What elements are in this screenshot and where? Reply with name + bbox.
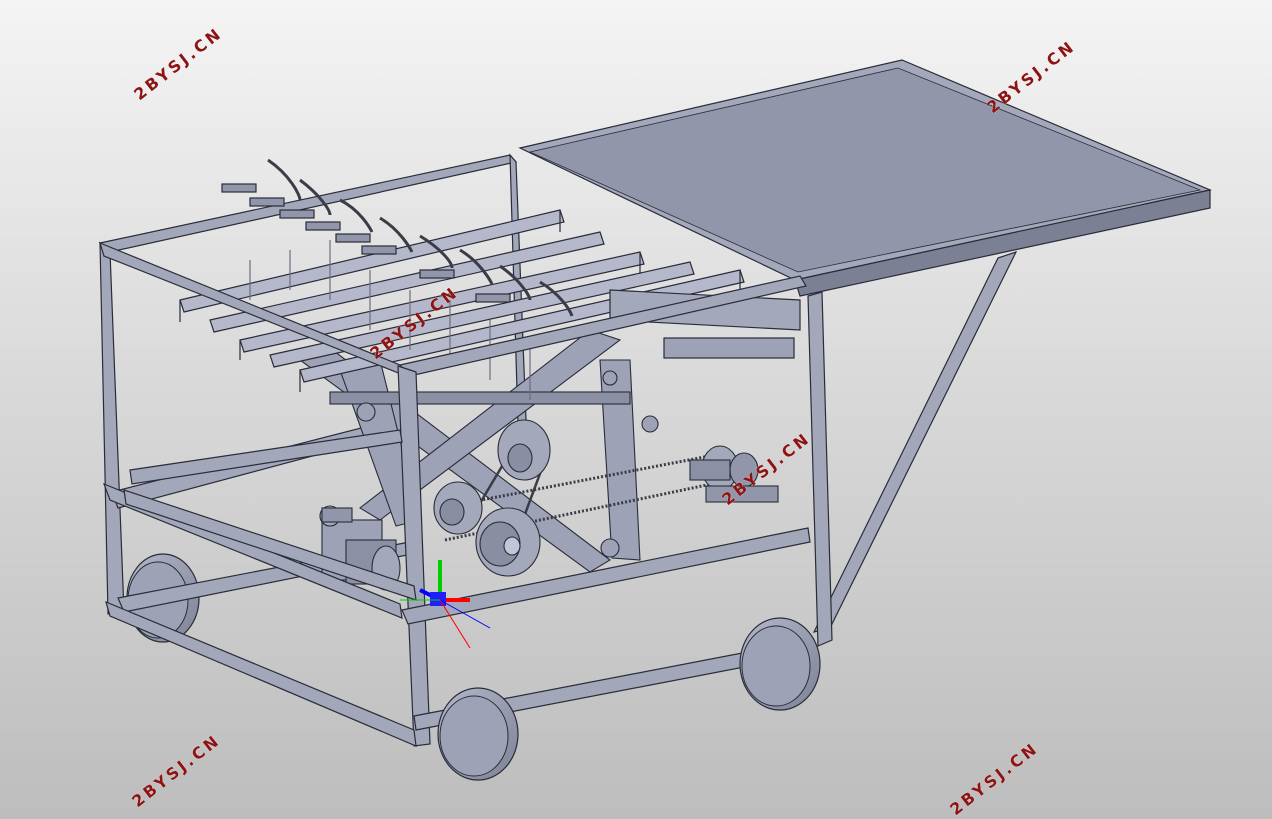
cad-model-viewport[interactable]: [0, 0, 1272, 819]
wheel-front-right: [739, 617, 821, 711]
platform-diagonal-support: [807, 250, 1018, 647]
wheel-front-left: [437, 687, 519, 781]
